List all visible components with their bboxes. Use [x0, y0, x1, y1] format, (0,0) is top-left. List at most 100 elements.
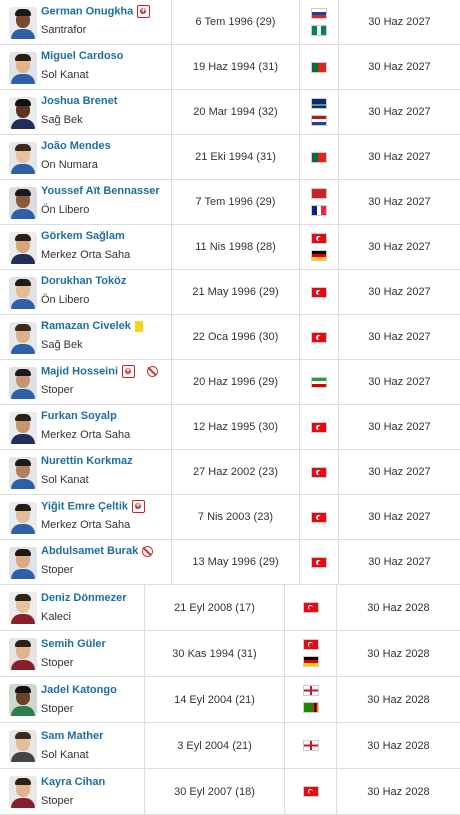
player-avatar[interactable]	[9, 776, 37, 808]
player-position: Stoper	[41, 657, 74, 669]
player-avatar[interactable]	[9, 684, 37, 716]
nationality-cell	[300, 540, 339, 584]
player-position: Santrafor	[41, 24, 87, 36]
player-name-link[interactable]: Semih Güler	[41, 638, 106, 650]
turkey-flag-icon	[311, 287, 327, 298]
player-avatar[interactable]	[9, 7, 37, 39]
birth-date: 27 Haz 2002 (23)	[172, 450, 300, 494]
player-name-link[interactable]: Yiğit Emre Çeltik	[41, 499, 146, 513]
table-row: Görkem Sağlam Merkez Orta Saha 11 Nis 1998…	[0, 225, 460, 270]
player-name[interactable]: Abdulsamet Burak	[41, 545, 138, 557]
contract-end: 30 Haz 2027	[368, 556, 431, 568]
player-name-link[interactable]: Nurettin Korkmaz	[41, 455, 133, 467]
player-name[interactable]: Joshua Brenet	[41, 95, 117, 107]
player-name[interactable]: Kayra Cihan	[41, 776, 105, 788]
player-position: Sol Kanat	[41, 474, 89, 486]
player-position: On Numara	[41, 159, 98, 171]
player-avatar[interactable]	[9, 52, 37, 84]
player-cell: Dorukhan Toköz Ön Libero	[0, 270, 172, 314]
player-name[interactable]: Yiğit Emre Çeltik	[41, 500, 128, 512]
player-name[interactable]: Youssef Aït Bennasser	[41, 185, 160, 197]
player-name-link[interactable]: Dorukhan Toköz	[41, 275, 126, 287]
player-position: Ön Libero	[41, 204, 90, 216]
player-name[interactable]: Ramazan Civelek	[41, 320, 131, 332]
player-name-link[interactable]: Kayra Cihan	[41, 776, 105, 788]
russia-flag-icon	[311, 8, 327, 19]
player-name-link[interactable]: Jadel Katongo	[41, 684, 117, 696]
player-cell: Deniz Dönmezer Kaleci	[0, 585, 145, 630]
player-name[interactable]: Furkan Soyalp	[41, 410, 117, 422]
player-cell: Semih Güler Stoper	[0, 631, 145, 676]
player-position: Stoper	[41, 384, 74, 396]
player-avatar[interactable]	[9, 457, 37, 489]
player-avatar[interactable]	[9, 232, 37, 264]
player-avatar[interactable]	[9, 322, 37, 354]
player-name-link[interactable]: Majid Hosseini	[41, 364, 159, 378]
player-name-link[interactable]: Abdulsamet Burak	[41, 545, 154, 557]
table-row: Deniz Dönmezer Kaleci 21 Eyl 2008 (17) 30 H…	[0, 585, 460, 631]
player-name-link[interactable]: Ramazan Civelek	[41, 320, 143, 332]
player-name-link[interactable]: Youssef Aït Bennasser	[41, 185, 160, 197]
player-name[interactable]: Dorukhan Toköz	[41, 275, 126, 287]
player-name[interactable]: Semih Güler	[41, 638, 106, 650]
player-name[interactable]: João Mendes	[41, 140, 111, 152]
player-cell: Majid Hosseini Stoper	[0, 360, 172, 404]
iran-flag-icon	[311, 377, 327, 388]
zambia-flag-icon	[302, 702, 319, 713]
player-name-link[interactable]: Sam Mather	[41, 730, 103, 742]
birth-date: 13 May 1996 (29)	[172, 540, 300, 584]
player-name-link[interactable]: Deniz Dönmezer	[41, 592, 127, 604]
player-position: Kaleci	[41, 611, 71, 623]
player-cell: Abdulsamet Burak Stoper	[0, 540, 172, 584]
player-avatar[interactable]	[9, 187, 37, 219]
birth-date: 20 Mar 1994 (32)	[172, 90, 300, 134]
player-name-link[interactable]: Furkan Soyalp	[41, 410, 117, 422]
player-name-link[interactable]: Görkem Sağlam	[41, 230, 125, 242]
birth-date: 14 Eyl 2004 (21)	[145, 677, 285, 722]
player-avatar[interactable]	[9, 547, 37, 579]
player-name[interactable]: German Onugkha	[41, 5, 133, 17]
birth-date: 30 Eyl 2007 (18)	[145, 769, 285, 814]
player-avatar[interactable]	[9, 97, 37, 129]
player-name[interactable]: Deniz Dönmezer	[41, 592, 127, 604]
player-cell: German Onugkha Santrafor	[0, 0, 172, 44]
yellow-card-icon	[134, 320, 143, 332]
player-name-link[interactable]: João Mendes	[41, 140, 111, 152]
player-name-link[interactable]: Miguel Cardoso	[41, 50, 124, 62]
nationality-cell	[300, 360, 339, 404]
birth-date: 21 Eyl 2008 (17)	[145, 585, 285, 630]
player-avatar[interactable]	[9, 730, 37, 762]
player-name[interactable]: Jadel Katongo	[41, 684, 117, 696]
player-name[interactable]: Majid Hosseini	[41, 365, 118, 377]
player-name[interactable]: Miguel Cardoso	[41, 50, 124, 62]
turkey-flag-icon	[302, 602, 319, 613]
player-name-link[interactable]: Joshua Brenet	[41, 95, 117, 107]
player-name-link[interactable]: German Onugkha	[41, 4, 151, 18]
player-name[interactable]: Nurettin Korkmaz	[41, 455, 133, 467]
birth-date: 30 Kas 1994 (31)	[145, 631, 285, 676]
player-name[interactable]: Sam Mather	[41, 730, 103, 742]
table-row: Jadel Katongo Stoper 14 Eyl 2004 (21) 30 Ha…	[0, 677, 460, 723]
player-avatar[interactable]	[9, 592, 37, 624]
turkey-flag-icon	[311, 233, 327, 244]
birth-date: 19 Haz 1994 (31)	[172, 45, 300, 89]
player-position: Sol Kanat	[41, 69, 89, 81]
player-avatar[interactable]	[9, 638, 37, 670]
player-avatar[interactable]	[9, 277, 37, 309]
contract-end: 30 Haz 2027	[368, 331, 431, 343]
table-row: Joshua Brenet Sağ Bek 20 Mar 1994 (32) 30 H…	[0, 90, 460, 135]
contract-end: 30 Haz 2027	[368, 241, 431, 253]
player-avatar[interactable]	[9, 502, 37, 534]
injury-icon	[132, 499, 146, 513]
netherlands-flag-icon	[311, 115, 327, 126]
nationality-cell	[285, 631, 337, 676]
player-avatar[interactable]	[9, 142, 37, 174]
birth-date: 7 Nis 2003 (23)	[172, 495, 300, 539]
table-row: Abdulsamet Burak Stoper 13 May 1996 (29) 30…	[0, 540, 460, 585]
player-avatar[interactable]	[9, 412, 37, 444]
player-cell: Ramazan Civelek Sağ Bek	[0, 315, 172, 359]
birth-date: 11 Nis 1998 (28)	[172, 225, 300, 269]
player-name[interactable]: Görkem Sağlam	[41, 230, 125, 242]
turkey-flag-icon	[302, 786, 319, 797]
player-avatar[interactable]	[9, 367, 37, 399]
